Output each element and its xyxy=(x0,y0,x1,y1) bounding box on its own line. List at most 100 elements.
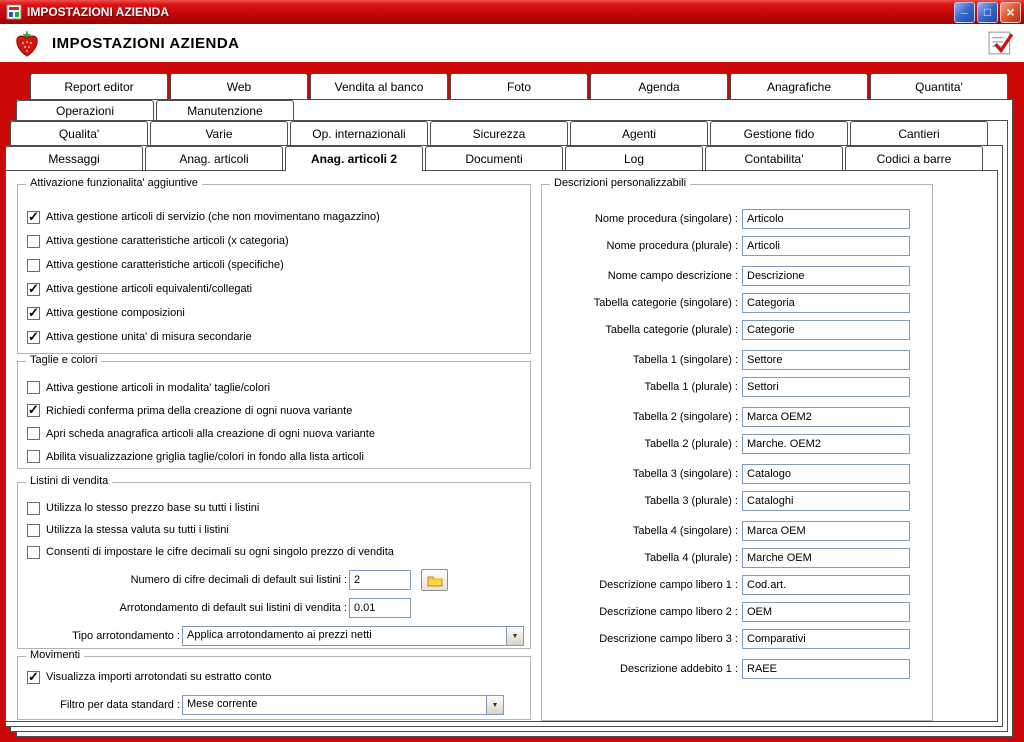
checkbox-row[interactable]: Attiva gestione articoli equivalenti/col… xyxy=(27,277,530,301)
text-input[interactable] xyxy=(742,209,910,229)
tipo-arrotondamento-combobox[interactable]: Applica arrotondamento ai prezzi netti ▼ xyxy=(182,626,524,646)
tab[interactable]: Messaggi xyxy=(5,146,143,170)
combobox-value: Mese corrente xyxy=(187,698,258,710)
text-input[interactable] xyxy=(742,521,910,541)
text-input[interactable] xyxy=(742,659,910,679)
tab[interactable]: Qualita' xyxy=(10,121,148,145)
text-input[interactable] xyxy=(742,350,910,370)
checkbox-row[interactable]: Consenti di impostare le cifre decimali … xyxy=(27,541,530,563)
field-label: Tabella 1 (singolare) : xyxy=(632,354,738,366)
text-input[interactable] xyxy=(742,236,910,256)
group-title: Listini di vendita xyxy=(26,475,113,487)
checkbox[interactable] xyxy=(27,209,40,225)
tab-label: Op. internazionali xyxy=(312,126,406,141)
checkbox-label: Consenti di impostare le cifre decimali … xyxy=(46,546,394,558)
checkbox[interactable] xyxy=(27,545,40,559)
tab[interactable]: Quantita' xyxy=(870,73,1008,99)
tab-row-2: Operazioni Manutenzione xyxy=(16,100,294,120)
tab[interactable]: Report editor xyxy=(30,73,168,99)
checkbox-row[interactable]: Abilita visualizzazione griglia taglie/c… xyxy=(27,445,530,468)
checkbox-row[interactable]: Visualizza importi arrotondati su estrat… xyxy=(27,666,530,688)
text-input[interactable] xyxy=(742,464,910,484)
tab[interactable]: Operazioni xyxy=(16,100,154,120)
tab[interactable]: Contabilita' xyxy=(705,146,843,170)
tab[interactable]: Foto xyxy=(450,73,588,99)
page-title: IMPOSTAZIONI AZIENDA xyxy=(52,34,240,52)
text-input[interactable] xyxy=(742,548,910,568)
group-title: Descrizioni personalizzabili xyxy=(550,177,691,189)
tab[interactable]: Manutenzione xyxy=(156,100,294,120)
field-label: Tabella 2 (singolare) : xyxy=(632,411,738,423)
checkbox[interactable] xyxy=(27,258,40,272)
maximize-button[interactable]: □ xyxy=(977,1,998,23)
checkbox-row[interactable]: Attiva gestione caratteristiche articoli… xyxy=(27,229,530,253)
tab[interactable]: Log xyxy=(565,146,703,170)
numero-cifre-decimali-input[interactable] xyxy=(349,570,411,590)
checkbox-label: Attiva gestione caratteristiche articoli… xyxy=(46,235,289,247)
checkbox[interactable] xyxy=(27,234,40,248)
filtro-data-label: Filtro per data standard : xyxy=(60,699,180,711)
tab[interactable]: Gestione fido xyxy=(710,121,848,145)
checkbox[interactable] xyxy=(27,427,40,440)
text-input[interactable] xyxy=(742,491,910,511)
checkbox-row[interactable]: Richiedi conferma prima della creazione … xyxy=(27,399,530,422)
text-input[interactable] xyxy=(742,575,910,595)
tab[interactable]: Vendita al banco xyxy=(310,73,448,99)
field-row: Tabella 4 (plurale) : xyxy=(550,548,932,568)
tab[interactable]: Cantieri xyxy=(850,121,988,145)
workarea: Report editor Web Vendita al banco Foto Agen… xyxy=(0,62,1024,742)
tab[interactable]: Agenti xyxy=(570,121,708,145)
checkbox[interactable] xyxy=(27,305,40,321)
tab[interactable]: Documenti xyxy=(425,146,563,170)
checkbox-row[interactable]: Attiva gestione composizioni xyxy=(27,301,530,325)
text-input[interactable] xyxy=(742,266,910,286)
close-button[interactable]: × xyxy=(1000,1,1021,23)
tab[interactable]: Op. internazionali xyxy=(290,121,428,145)
checkbox-row[interactable]: Attiva gestione caratteristiche articoli… xyxy=(27,253,530,277)
checkbox[interactable] xyxy=(27,450,40,463)
checkbox[interactable] xyxy=(27,669,40,685)
checkbox-row[interactable]: Utilizza lo stesso prezzo base su tutti … xyxy=(27,497,530,519)
minimize-button[interactable]: _ xyxy=(954,1,975,23)
arrotondamento-default-input[interactable] xyxy=(349,598,411,618)
tab-label: Anag. articoli xyxy=(179,151,249,166)
field-row: Tabella categorie (singolare) : xyxy=(550,293,932,313)
dropdown-arrow-icon[interactable]: ▼ xyxy=(506,627,523,645)
field-row: Tabella 4 (singolare) : xyxy=(550,521,932,541)
tab[interactable]: Agenda xyxy=(590,73,728,99)
titlebar[interactable]: IMPOSTAZIONI AZIENDA _ □ × xyxy=(0,0,1024,24)
checkbox[interactable] xyxy=(27,381,40,394)
checkbox-row[interactable]: Attiva gestione unita' di misura seconda… xyxy=(27,325,530,349)
checkbox[interactable] xyxy=(27,402,40,418)
checkbox-row[interactable]: Attiva gestione articoli di servizio (ch… xyxy=(27,205,530,229)
filtro-data-standard-combobox[interactable]: Mese corrente ▼ xyxy=(182,695,504,715)
checkbox-row[interactable]: Attiva gestione articoli in modalita' ta… xyxy=(27,376,530,399)
checkbox-row[interactable]: Apri scheda anagrafica articoli alla cre… xyxy=(27,422,530,445)
tab[interactable]: Web xyxy=(170,73,308,99)
tab[interactable]: Anag. articoli 2 xyxy=(285,146,423,171)
text-input[interactable] xyxy=(742,293,910,313)
checkbox[interactable] xyxy=(27,501,40,515)
field-row: Tabella 3 (plurale) : xyxy=(550,491,932,511)
text-input[interactable] xyxy=(742,629,910,649)
tab[interactable]: Codici a barre xyxy=(845,146,983,170)
confirm-checklist-icon[interactable] xyxy=(988,30,1014,56)
checkbox[interactable] xyxy=(27,281,40,297)
folder-button[interactable] xyxy=(421,569,448,591)
field-row: Descrizione campo libero 1 : xyxy=(550,575,932,595)
app-window: IMPOSTAZIONI AZIENDA _ □ × IMPOSTAZIONI … xyxy=(0,0,1024,742)
text-input[interactable] xyxy=(742,407,910,427)
checkbox[interactable] xyxy=(27,523,40,537)
checkbox-row[interactable]: Utilizza la stessa valuta su tutti i lis… xyxy=(27,519,530,541)
text-input[interactable] xyxy=(742,602,910,622)
dropdown-arrow-icon[interactable]: ▼ xyxy=(486,696,503,714)
checkbox[interactable] xyxy=(27,329,40,345)
text-input[interactable] xyxy=(742,320,910,340)
text-input[interactable] xyxy=(742,377,910,397)
field-label: Tabella 4 (singolare) : xyxy=(632,525,738,537)
tab[interactable]: Sicurezza xyxy=(430,121,568,145)
tab[interactable]: Anagrafiche xyxy=(730,73,868,99)
tab[interactable]: Anag. articoli xyxy=(145,146,283,170)
tab[interactable]: Varie xyxy=(150,121,288,145)
text-input[interactable] xyxy=(742,434,910,454)
